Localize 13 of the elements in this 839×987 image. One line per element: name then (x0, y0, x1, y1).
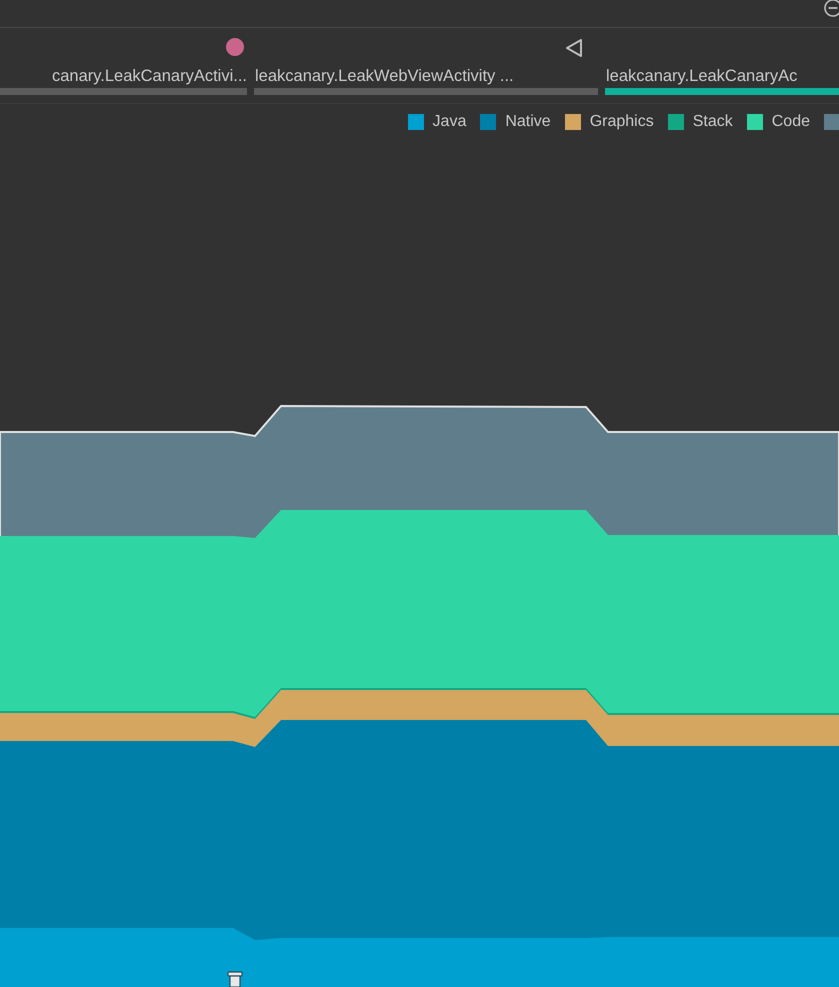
legend-label: Stack (692, 112, 733, 132)
activity-label: leakcanary.LeakWebViewActivity ... (254, 66, 514, 87)
trash-icon[interactable] (226, 971, 244, 987)
legend-label: Java (432, 112, 466, 132)
activity-bar[interactable] (605, 88, 839, 95)
activity-bar[interactable] (0, 88, 247, 95)
legend-label: Code (772, 112, 810, 132)
legend-label: Graphics (590, 112, 654, 132)
activity-label: canary.LeakCanaryActivi... (50, 66, 247, 87)
activity-bar[interactable] (254, 88, 598, 95)
legend-label: Native (505, 112, 551, 132)
activity-label: leakcanary.LeakCanaryAc (605, 66, 798, 87)
back-icon (564, 38, 584, 58)
